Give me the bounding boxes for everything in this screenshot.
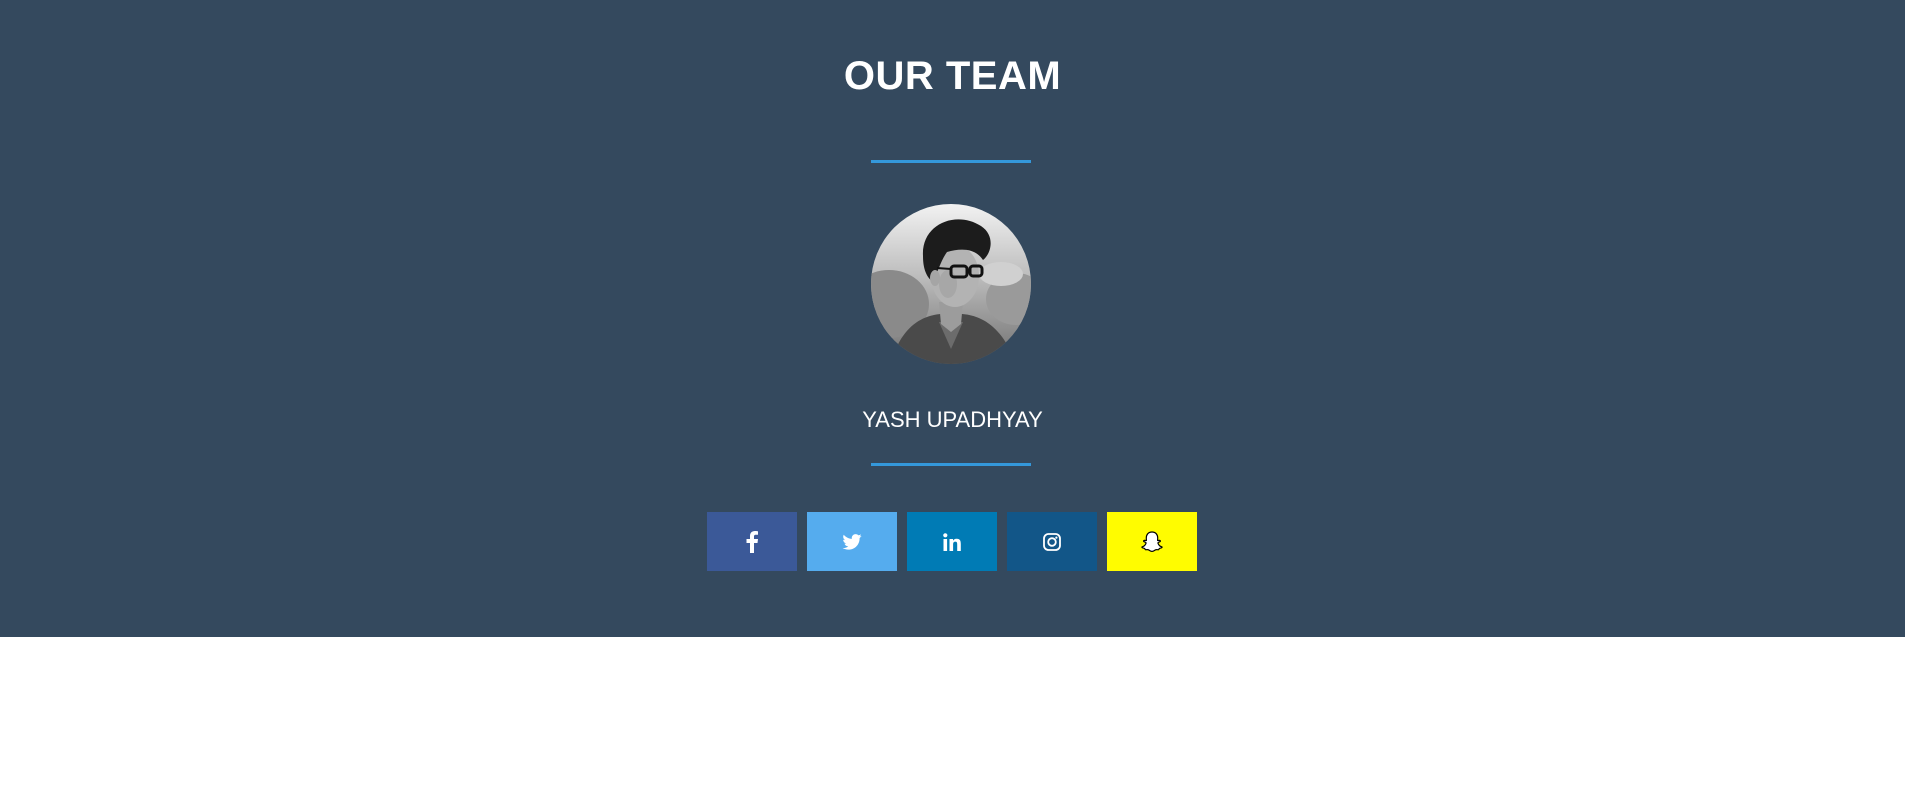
team-section: OUR TEAM YASH UPADHYAY bbox=[0, 0, 1905, 637]
twitter-button[interactable] bbox=[807, 512, 897, 571]
linkedin-icon bbox=[943, 532, 961, 551]
name-divider bbox=[871, 463, 1031, 466]
member-name: YASH UPADHYAY bbox=[862, 407, 1043, 432]
facebook-button[interactable] bbox=[707, 512, 797, 571]
title-divider bbox=[871, 160, 1031, 163]
snapchat-button[interactable] bbox=[1107, 512, 1197, 571]
avatar bbox=[871, 204, 1031, 364]
instagram-button[interactable] bbox=[1007, 512, 1097, 571]
snapchat-icon bbox=[1141, 531, 1163, 552]
profile-photo bbox=[871, 204, 1031, 364]
linkedin-button[interactable] bbox=[907, 512, 997, 571]
instagram-icon bbox=[1043, 532, 1061, 551]
section-title: OUR TEAM bbox=[843, 54, 1062, 98]
social-links bbox=[707, 512, 1197, 571]
facebook-icon bbox=[746, 530, 758, 553]
twitter-icon bbox=[842, 533, 862, 550]
